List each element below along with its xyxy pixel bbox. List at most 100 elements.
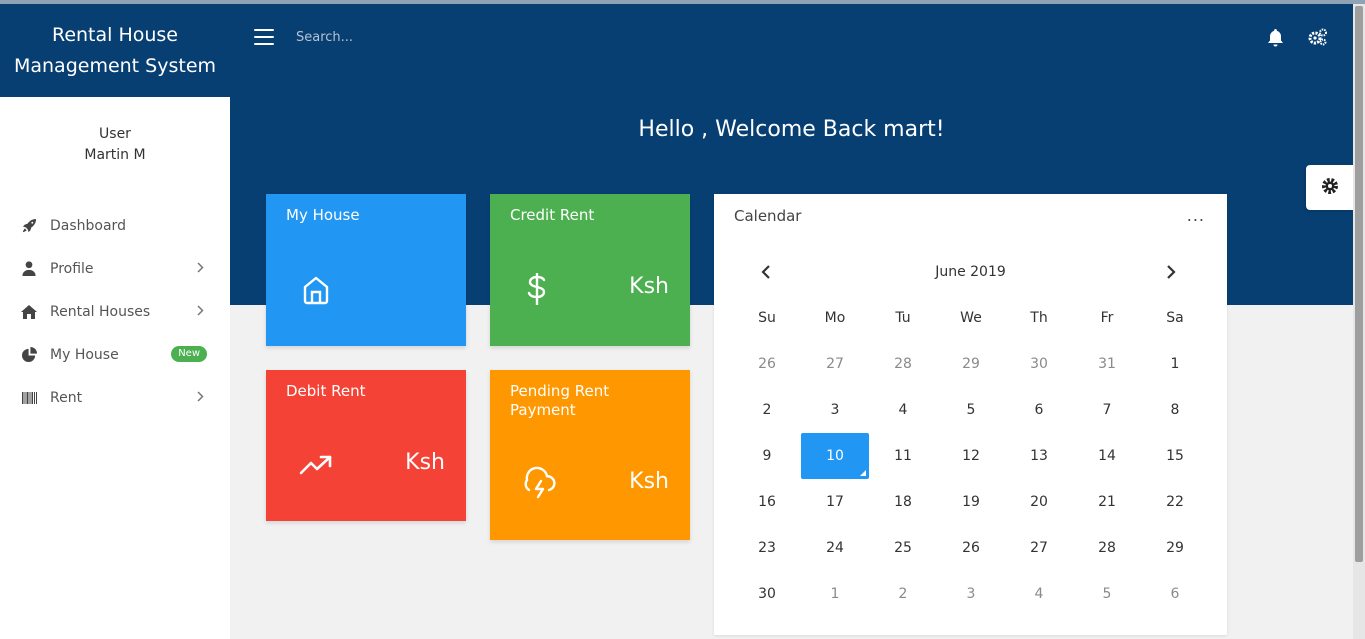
calendar-week-row: 26 27 28 29 30 31 1 [733, 341, 1209, 387]
chevron-right-icon [197, 304, 204, 320]
calendar-week-row: 23 24 25 26 27 28 29 [733, 525, 1209, 571]
calendar-day[interactable]: 21 [1073, 479, 1141, 525]
welcome-heading: Hello , Welcome Back mart! [638, 117, 945, 142]
card-value: Ksh [629, 274, 669, 299]
sidebar-item-profile[interactable]: Profile [0, 247, 230, 290]
calendar-day[interactable]: 25 [869, 525, 937, 571]
calendar-day[interactable]: 20 [1005, 479, 1073, 525]
weekday-label: Tu [895, 310, 911, 326]
hamburger-menu-button[interactable] [254, 29, 274, 45]
calendar-day[interactable]: 24 [801, 525, 869, 571]
weekday-header-row: Su Mo Tu We Th Fr Sa [733, 295, 1209, 341]
brand-line-1: Rental House [51, 23, 179, 46]
card-title: Debit Rent [286, 382, 366, 400]
calendar-day[interactable]: 18 [869, 479, 937, 525]
sidebar-item-my-house[interactable]: My House New [0, 333, 230, 376]
user-panel: User Martin M [0, 97, 230, 166]
calendar-grid: Su Mo Tu We Th Fr Sa 26 27 28 29 30 31 1 2 3 4 5 6 7 8 9 10 11 1… [733, 295, 1209, 617]
home-icon [21, 304, 37, 320]
weekday-label: Su [758, 310, 776, 326]
cloud-lightning-icon [523, 466, 557, 504]
calendar-day[interactable]: 27 [1005, 525, 1073, 571]
calendar-day[interactable]: 26 [937, 525, 1005, 571]
sidebar-item-label: Profile [50, 260, 94, 277]
calendar-day[interactable]: 8 [1141, 387, 1209, 433]
calendar-day[interactable]: 27 [801, 341, 869, 387]
calendar-day[interactable]: 12 [937, 433, 1005, 479]
weekday-label: Sa [1166, 310, 1184, 326]
calendar-day[interactable]: 26 [733, 341, 801, 387]
gear-icon [1320, 176, 1340, 200]
my-house-card[interactable]: My House [266, 194, 466, 346]
calendar-day[interactable]: 14 [1073, 433, 1141, 479]
calendar-day[interactable]: 15 [1141, 433, 1209, 479]
calendar-day[interactable]: 3 [801, 387, 869, 433]
sidebar-item-label: My House [50, 346, 119, 363]
pending-rent-payment-card[interactable]: Pending Rent Payment Ksh [490, 370, 690, 540]
calendar-day[interactable]: 5 [1073, 571, 1141, 617]
calendar-day[interactable]: 28 [1073, 525, 1141, 571]
chevron-right-icon[interactable] [1166, 264, 1176, 283]
calendar-day-selected[interactable]: 10 [801, 433, 869, 479]
sidebar-item-rent[interactable]: Rent [0, 376, 230, 419]
home-outline-icon [300, 274, 332, 310]
trending-up-icon [299, 454, 333, 480]
bell-icon[interactable] [1267, 29, 1284, 51]
calendar-day[interactable]: 3 [937, 571, 1005, 617]
card-value: Ksh [405, 450, 445, 475]
scrollbar-thumb[interactable] [1355, 6, 1363, 562]
calendar-day[interactable]: 30 [733, 571, 801, 617]
calendar-day[interactable]: 19 [937, 479, 1005, 525]
calendar-day[interactable]: 22 [1141, 479, 1209, 525]
calendar-day[interactable]: 29 [937, 341, 1005, 387]
calendar-week-row: 30 1 2 3 4 5 6 [733, 571, 1209, 617]
pie-chart-icon [21, 347, 37, 363]
sidebar-item-label: Dashboard [50, 217, 126, 234]
cogs-icon[interactable] [1308, 28, 1328, 50]
user-name: Martin M [84, 147, 146, 163]
calendar-day[interactable]: 1 [1141, 341, 1209, 387]
calendar-day[interactable]: 4 [1005, 571, 1073, 617]
calendar-day[interactable]: 2 [733, 387, 801, 433]
calendar-day[interactable]: 1 [801, 571, 869, 617]
calendar-day[interactable]: 7 [1073, 387, 1141, 433]
calendar-month-label[interactable]: June 2019 [714, 264, 1227, 280]
user-icon [21, 261, 37, 277]
debit-rent-card[interactable]: Debit Rent Ksh [266, 370, 466, 521]
rocket-icon [21, 218, 37, 234]
calendar-day[interactable]: 16 [733, 479, 801, 525]
calendar-day[interactable]: 31 [1073, 341, 1141, 387]
more-options-button[interactable]: ... [1187, 206, 1205, 225]
barcode-icon [21, 390, 37, 406]
calendar-widget: Calendar ... June 2019 Su Mo Tu We Th Fr Sa 26 2… [714, 194, 1227, 635]
search-input[interactable] [296, 26, 596, 48]
calendar-day[interactable]: 23 [733, 525, 801, 571]
credit-rent-card[interactable]: Credit Rent Ksh [490, 194, 690, 346]
settings-panel-toggle[interactable] [1306, 165, 1353, 210]
card-title: Pending Rent Payment [510, 382, 610, 419]
calendar-day[interactable]: 5 [937, 387, 1005, 433]
calendar-day[interactable]: 2 [869, 571, 937, 617]
calendar-day[interactable]: 28 [869, 341, 937, 387]
chevron-right-icon [197, 261, 204, 277]
weekday-label: Fr [1100, 310, 1114, 326]
calendar-day[interactable]: 9 [733, 433, 801, 479]
calendar-day[interactable]: 4 [869, 387, 937, 433]
chevron-right-icon [197, 390, 204, 406]
page-scrollbar[interactable] [1353, 4, 1365, 639]
weekday-label: Th [1030, 310, 1048, 326]
calendar-day[interactable]: 13 [1005, 433, 1073, 479]
calendar-day[interactable]: 6 [1141, 571, 1209, 617]
brand-logo[interactable]: Rental House Management System [0, 4, 230, 97]
sidebar-item-dashboard[interactable]: Dashboard [0, 204, 230, 247]
calendar-day[interactable]: 30 [1005, 341, 1073, 387]
calendar-day[interactable]: 29 [1141, 525, 1209, 571]
calendar-week-row: 2345678 [733, 387, 1209, 433]
card-title: My House [286, 206, 360, 224]
sidebar-item-rental-houses[interactable]: Rental Houses [0, 290, 230, 333]
calendar-day[interactable]: 6 [1005, 387, 1073, 433]
card-value: Ksh [629, 469, 669, 494]
calendar-day[interactable]: 11 [869, 433, 937, 479]
sidebar-nav: Dashboard Profile Rental Houses My House… [0, 204, 230, 419]
calendar-day[interactable]: 17 [801, 479, 869, 525]
